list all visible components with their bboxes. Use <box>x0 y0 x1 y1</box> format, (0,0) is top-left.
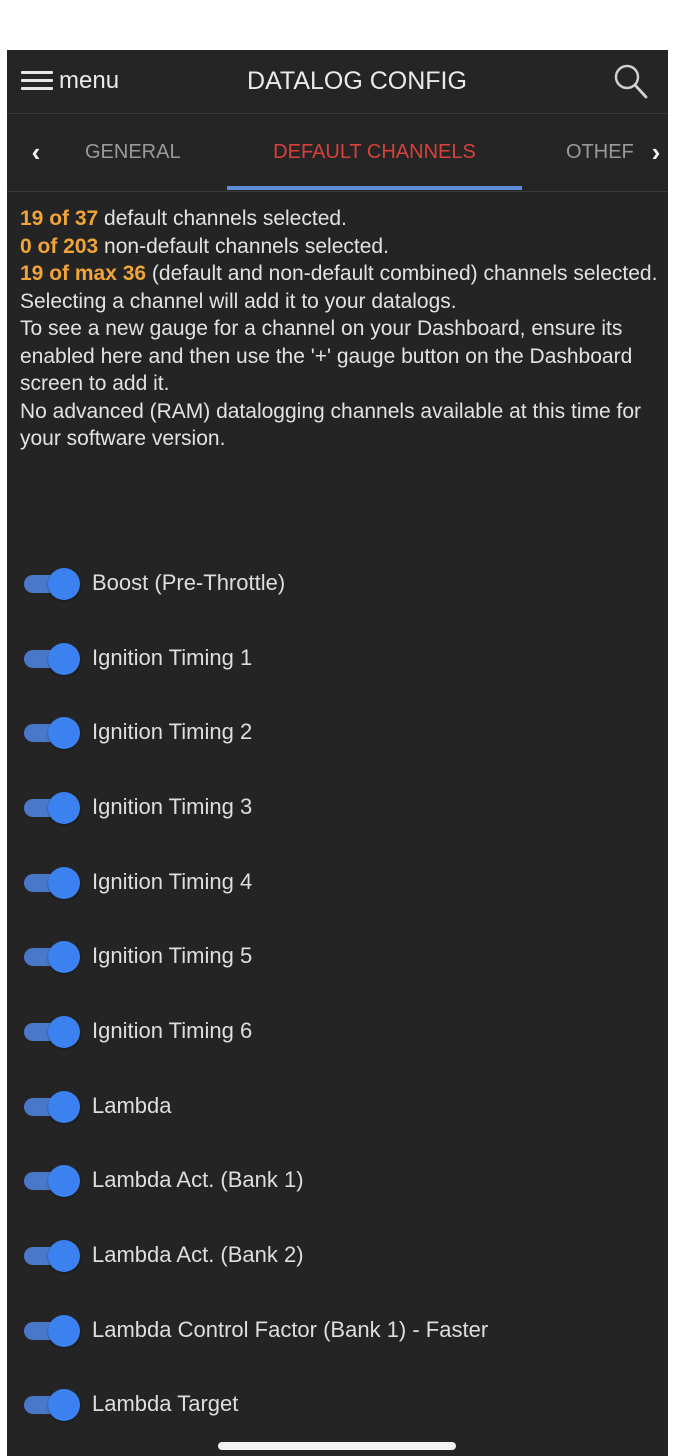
channel-label: Ignition Timing 2 <box>92 719 253 744</box>
channel-row[interactable]: Ignition Timing 5 <box>7 931 668 981</box>
channel-toggle[interactable] <box>24 1015 80 1048</box>
channel-label: Ignition Timing 5 <box>92 943 253 968</box>
max-count: 19 of max 36 <box>20 262 147 285</box>
tab-scroll-left-icon[interactable]: ‹ <box>21 137 51 167</box>
max-summary: 19 of max 36 (default and non-default co… <box>20 260 660 288</box>
ram-notice: No advanced (RAM) datalogging channels a… <box>20 399 642 451</box>
menu-label: menu <box>59 67 120 94</box>
channel-toggle[interactable] <box>24 1314 80 1347</box>
selection-info: 19 of 37 default channels selected. 0 of… <box>20 205 660 453</box>
channel-row[interactable]: Lambda Act. (Bank 1) <box>7 1155 668 1205</box>
channel-label: Ignition Timing 4 <box>92 869 253 894</box>
tab-other[interactable]: OTHEF <box>566 137 634 167</box>
tab-scroll-right-icon[interactable]: › <box>641 137 668 167</box>
channel-toggle[interactable] <box>24 1164 80 1197</box>
nondefault-summary: 0 of 203 non-default channels selected. <box>20 233 660 261</box>
channel-label: Lambda Target <box>92 1391 239 1416</box>
menu-button[interactable]: menu <box>21 64 119 98</box>
channel-toggle[interactable] <box>24 1090 80 1123</box>
channel-row[interactable]: Ignition Timing 6 <box>7 1006 668 1056</box>
status-bar <box>7 0 668 50</box>
channel-label: Lambda Act. (Bank 2) <box>92 1242 304 1267</box>
channel-label: Lambda Control Factor (Bank 1) - Faster <box>92 1317 489 1342</box>
channel-row[interactable]: Lambda Act. (Bank 2) <box>7 1230 668 1280</box>
max-summary-text: (default and non-default combined) chann… <box>146 262 658 285</box>
channel-row[interactable]: Ignition Timing 3 <box>7 782 668 832</box>
search-icon[interactable] <box>610 61 650 101</box>
page-title: DATALOG CONFIG <box>247 67 467 95</box>
channel-toggle[interactable] <box>24 567 80 600</box>
default-summary-text: default channels selected. <box>98 207 347 230</box>
tab-default-channels[interactable]: DEFAULT CHANNELS <box>227 137 522 167</box>
channel-row[interactable]: Ignition Timing 4 <box>7 857 668 907</box>
channel-row[interactable]: Ignition Timing 1 <box>7 633 668 683</box>
add-hint: Selecting a channel will add it to your … <box>20 289 457 313</box>
tab-bar: ‹ GENERAL DEFAULT CHANNELS OTHEF › <box>7 115 668 192</box>
channel-label: Lambda <box>92 1093 172 1118</box>
channel-toggle[interactable] <box>24 1388 80 1421</box>
channel-toggle[interactable] <box>24 716 80 749</box>
channel-label: Ignition Timing 6 <box>92 1018 253 1043</box>
channel-row[interactable]: Lambda <box>7 1081 668 1131</box>
hamburger-icon <box>21 70 53 92</box>
channel-row[interactable]: Boost (Pre-Throttle) <box>7 558 668 608</box>
channel-label: Ignition Timing 3 <box>92 794 253 819</box>
channel-toggle[interactable] <box>24 1239 80 1272</box>
active-tab-indicator <box>227 186 522 190</box>
app-screen: menu DATALOG CONFIG ‹ GENERAL DEFAULT CH… <box>7 0 668 1456</box>
default-count: 19 of 37 <box>20 207 99 230</box>
channel-toggle[interactable] <box>24 642 80 675</box>
channel-label: Lambda Act. (Bank 1) <box>92 1167 304 1192</box>
nondefault-count: 0 of 203 <box>20 234 99 258</box>
channel-row[interactable]: Lambda Target <box>7 1379 668 1429</box>
channel-row[interactable]: Ignition Timing 2 <box>7 707 668 757</box>
nondefault-summary-text: non-default channels selected. <box>98 234 389 258</box>
channel-label: Ignition Timing 1 <box>92 645 253 670</box>
home-indicator[interactable] <box>218 1442 456 1450</box>
top-app-bar: menu DATALOG CONFIG <box>7 50 668 114</box>
default-summary: 19 of 37 default channels selected. <box>20 205 660 233</box>
channel-toggle[interactable] <box>24 866 80 899</box>
channel-row[interactable]: Lambda Control Factor (Bank 1) - Faster <box>7 1305 668 1355</box>
channel-label: Boost (Pre-Throttle) <box>92 570 286 595</box>
gauge-hint: To see a new gauge for a channel on your… <box>20 317 633 395</box>
tab-general[interactable]: GENERAL <box>85 137 195 167</box>
channel-toggle[interactable] <box>24 940 80 973</box>
channel-toggle[interactable] <box>24 791 80 824</box>
